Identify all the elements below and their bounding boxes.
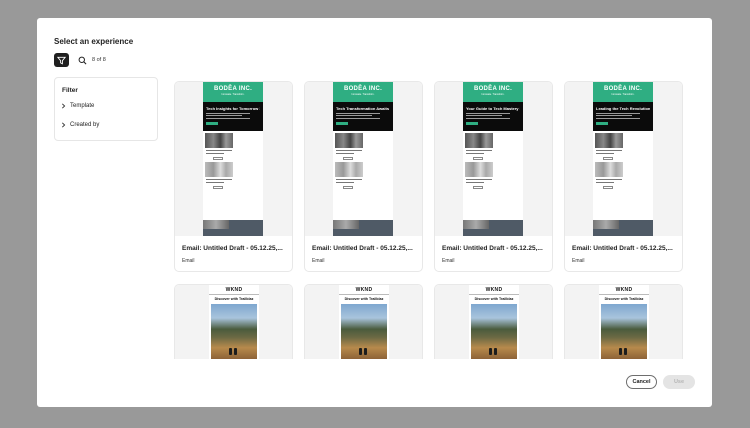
thumb-brand: BODĒA INC. [343, 86, 383, 92]
card-type: Email [442, 258, 455, 264]
thumb-headline: Tech Transformation Awaits 1 [336, 106, 390, 111]
filter-item-created-by[interactable]: Created by [61, 120, 99, 130]
card-title: Email: Untitled Draft - 05.12.25,... [442, 245, 543, 252]
experience-card[interactable]: WKND Discover with Trailblaz [564, 284, 683, 359]
experience-card[interactable]: BODĒA INC. Innovate. Transform. Tech Tran… [304, 81, 423, 272]
thumb-headline: Discover with Trailblaz [344, 297, 384, 301]
thumb-headline: Discover with Trailblaz [474, 297, 514, 301]
cancel-button[interactable]: Cancel [626, 375, 657, 389]
card-type: Email [182, 258, 195, 264]
card-title: Email: Untitled Draft - 05.12.25,... [312, 245, 413, 252]
experience-card[interactable]: WKND Discover with Trailblaz [304, 284, 423, 359]
card-thumbnail: WKND Discover with Trailblaz [175, 285, 292, 359]
search-button[interactable] [76, 54, 88, 66]
card-type: Email [312, 258, 325, 264]
result-count: 8 of 8 [92, 57, 106, 63]
thumb-headline: Your Guide to Tech Mastery 1 [466, 106, 520, 111]
experience-card[interactable]: BODĒA INC. Innovate. Transform. Your Guid… [434, 81, 553, 272]
chevron-right-icon [61, 122, 66, 128]
card-title: Email: Untitled Draft - 05.12.25,... [572, 245, 673, 252]
card-title: Email: Untitled Draft - 05.12.25,... [182, 245, 283, 252]
thumb-tagline: Innovate. Transform. [351, 93, 375, 96]
thumb-tagline: Innovate. Transform. [481, 93, 505, 96]
card-thumbnail: WKND Discover with Trailblaz [565, 285, 682, 359]
thumb-photo [211, 304, 257, 359]
use-button[interactable]: Use [663, 375, 695, 389]
thumb-brand: WKND [225, 287, 243, 293]
thumb-brand: WKND [615, 287, 633, 293]
thumb-headline: Tech Insights for Tomorrow 1 [206, 106, 260, 111]
thumb-photo [601, 304, 647, 359]
thumb-brand: WKND [355, 287, 373, 293]
card-type: Email [572, 258, 585, 264]
select-experience-dialog: Select an experience 8 of 8 Filter Templ… [37, 18, 712, 407]
thumb-photo [341, 304, 387, 359]
card-thumbnail: BODĒA INC. Innovate. Transform. Tech Insi… [175, 82, 292, 236]
filter-heading: Filter [62, 87, 78, 94]
thumb-brand: BODĒA INC. [603, 86, 643, 92]
card-thumbnail: BODĒA INC. Innovate. Transform. Your Guid… [435, 82, 552, 236]
search-icon [78, 56, 86, 64]
thumb-brand: WKND [485, 287, 503, 293]
filter-icon [57, 56, 66, 64]
experience-card[interactable]: BODĒA INC. Innovate. Transform. Tech Insi… [174, 81, 293, 272]
experience-card[interactable]: WKND Discover with Trailblaz [174, 284, 293, 359]
thumb-photo [471, 304, 517, 359]
chevron-right-icon [61, 103, 66, 109]
card-thumbnail: WKND Discover with Trailblaz [435, 285, 552, 359]
filter-item-template[interactable]: Template [61, 101, 94, 111]
experience-card[interactable]: WKND Discover with Trailblaz [434, 284, 553, 359]
filter-toggle-button[interactable] [54, 53, 69, 67]
thumb-headline: Leading the Tech Revolution 1 [596, 106, 650, 111]
card-thumbnail: WKND Discover with Trailblaz [305, 285, 422, 359]
filter-item-label: Template [70, 103, 95, 109]
thumb-brand: BODĒA INC. [473, 86, 513, 92]
thumb-tagline: Innovate. Transform. [221, 93, 245, 96]
dialog-title: Select an experience [54, 37, 134, 46]
thumb-tagline: Innovate. Transform. [611, 93, 635, 96]
experience-card[interactable]: BODĒA INC. Innovate. Transform. Leading t… [564, 81, 683, 272]
thumb-headline: Discover with Trailblaz [604, 297, 644, 301]
filter-panel: Filter Template Created by [54, 77, 158, 141]
thumb-brand: BODĒA INC. [213, 86, 253, 92]
card-thumbnail: BODĒA INC. Innovate. Transform. Tech Tran… [305, 82, 422, 236]
filter-item-label: Created by [70, 122, 100, 128]
card-thumbnail: BODĒA INC. Innovate. Transform. Leading t… [565, 82, 682, 236]
thumb-headline: Discover with Trailblaz [214, 297, 254, 301]
